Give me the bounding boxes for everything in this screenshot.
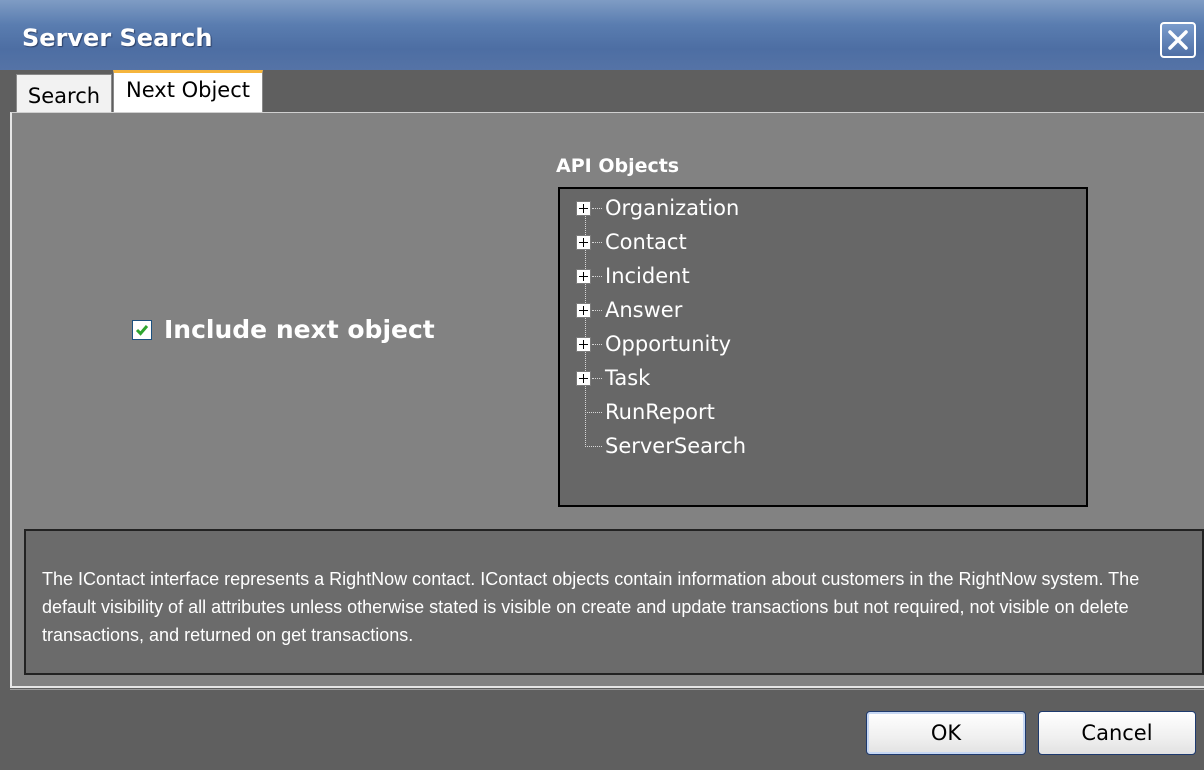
close-icon — [1168, 30, 1188, 50]
next-object-panel: Include next object API Objects Organiza… — [10, 112, 1204, 686]
tree-item-label: Task — [605, 366, 651, 390]
tree-item-label: RunReport — [605, 400, 715, 424]
description-text: The IContact interface represents a Righ… — [42, 569, 1140, 645]
expand-icon[interactable] — [576, 268, 591, 284]
tree-item-incident[interactable]: Incident — [576, 261, 690, 291]
server-search-dialog: Server Search Search Next Object Include… — [0, 0, 1204, 770]
window-title: Server Search — [22, 24, 213, 52]
tree-item-task[interactable]: Task — [576, 363, 650, 393]
tab-next-object[interactable]: Next Object — [113, 70, 263, 113]
tree-item-contact[interactable]: Contact — [576, 227, 687, 257]
checkmark-icon — [135, 324, 149, 336]
tree-item-label: Organization — [605, 196, 740, 220]
include-next-object-option[interactable]: Include next object — [132, 315, 435, 344]
api-objects-tree[interactable]: Organization Contact Incident Answer Opp — [558, 187, 1088, 507]
footer-divider — [10, 686, 1204, 690]
include-next-object-checkbox[interactable] — [132, 319, 152, 340]
tree-item-opportunity[interactable]: Opportunity — [576, 329, 731, 359]
expand-icon[interactable] — [576, 234, 591, 250]
cancel-button[interactable]: Cancel — [1038, 711, 1196, 755]
title-bar[interactable]: Server Search — [0, 0, 1204, 70]
tree-item-label: Opportunity — [605, 332, 732, 356]
expand-icon[interactable] — [576, 336, 591, 352]
tree-item-answer[interactable]: Answer — [576, 295, 682, 325]
close-button[interactable] — [1160, 22, 1196, 58]
description-box: The IContact interface represents a Righ… — [24, 529, 1204, 675]
expand-icon[interactable] — [576, 200, 591, 216]
tab-strip: Search Next Object — [0, 70, 1204, 113]
expand-icon[interactable] — [576, 302, 591, 318]
api-objects-heading: API Objects — [556, 155, 680, 177]
include-next-object-label[interactable]: Include next object — [164, 315, 435, 344]
ok-button[interactable]: OK — [866, 711, 1026, 755]
tree-item-label: Answer — [605, 298, 683, 322]
tree-item-serversearch[interactable]: ServerSearch — [576, 431, 746, 461]
tab-search[interactable]: Search — [16, 74, 112, 112]
tree-item-label: Contact — [605, 230, 687, 254]
tree-item-label: ServerSearch — [605, 434, 747, 458]
tree-item-organization[interactable]: Organization — [576, 193, 739, 223]
tree-item-runreport[interactable]: RunReport — [576, 397, 715, 427]
expand-icon[interactable] — [576, 370, 591, 386]
tree-item-label: Incident — [605, 264, 690, 288]
